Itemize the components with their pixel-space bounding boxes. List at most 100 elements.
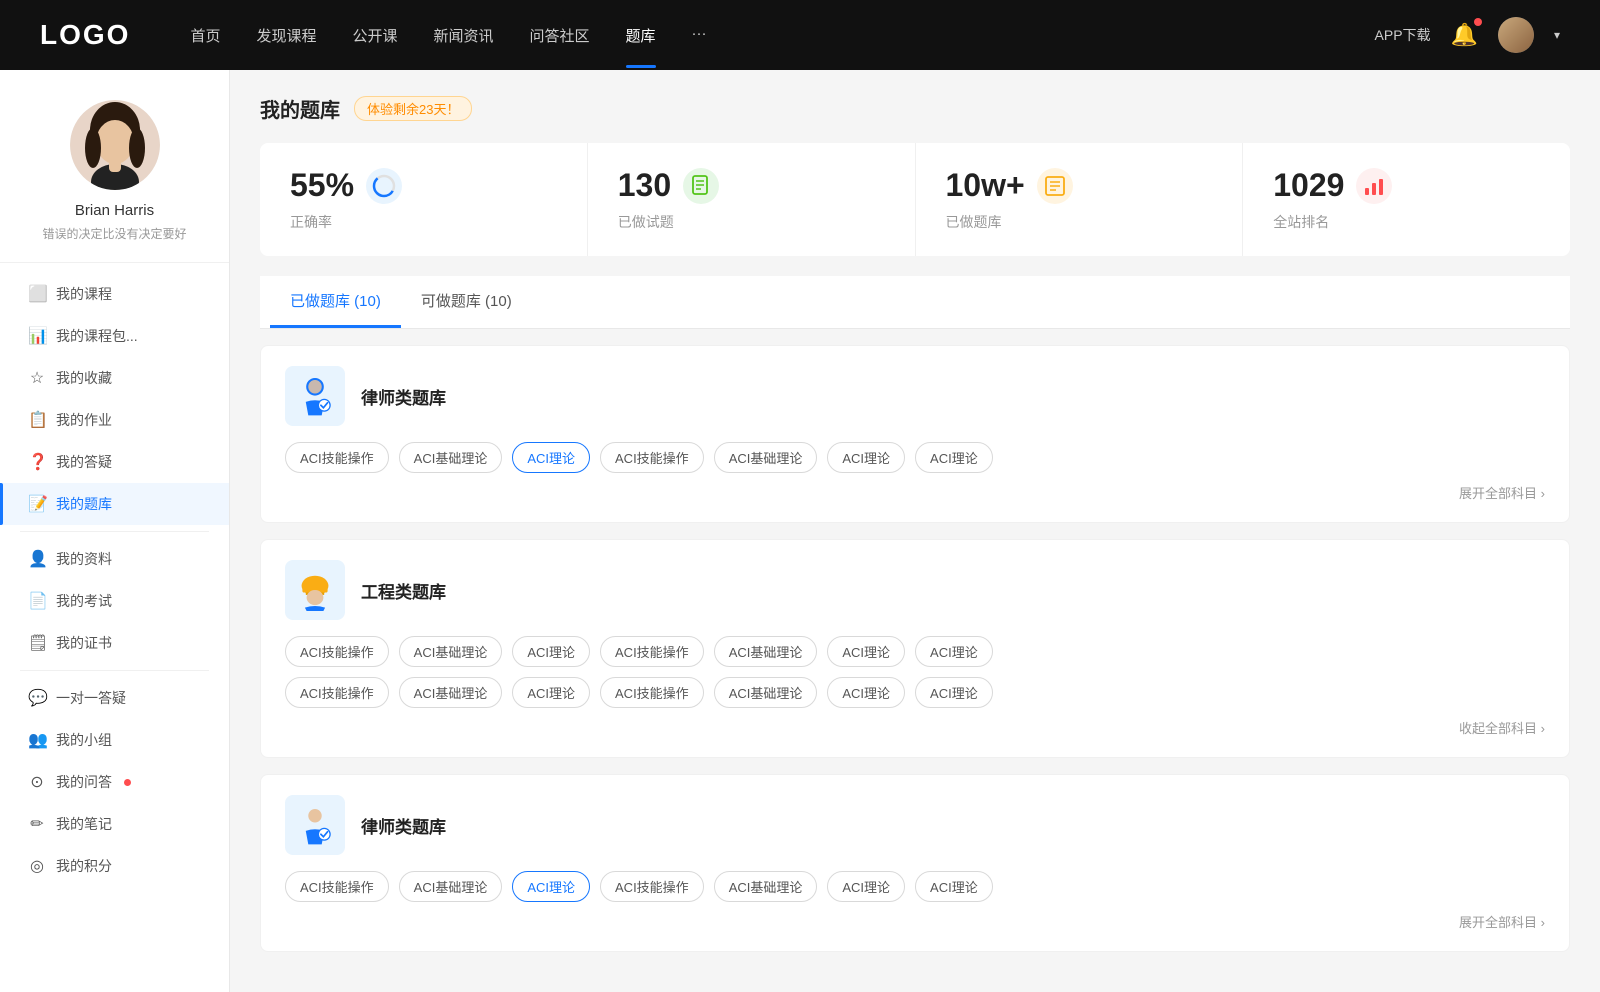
category-card-engineer: 工程类题库 ACI技能操作 ACI基础理论 ACI理论 ACI技能操作 ACI基… xyxy=(260,539,1570,758)
tab-available-bank[interactable]: 可做题库 (10) xyxy=(401,276,532,328)
stat-done-bank: 10w+ 已做题库 xyxy=(916,143,1244,256)
tag-engineer-r2-5[interactable]: ACI理论 xyxy=(827,677,905,708)
sidebar-item-homework[interactable]: 📋 我的作业 xyxy=(0,399,229,441)
sidebar-label-exam: 我的考试 xyxy=(56,591,112,611)
nav-news[interactable]: 新闻资讯 xyxy=(434,25,494,46)
collection-icon: ☆ xyxy=(28,368,46,388)
sidebar-item-qa[interactable]: ❓ 我的答疑 xyxy=(0,441,229,483)
nav-discover[interactable]: 发现课程 xyxy=(256,25,316,46)
category-card-lawyer-2: 律师类题库 ACI技能操作 ACI基础理论 ACI理论 ACI技能操作 ACI基… xyxy=(260,774,1570,952)
category-title-lawyer-2: 律师类题库 xyxy=(361,813,446,838)
nav-home[interactable]: 首页 xyxy=(190,25,220,46)
tag-lawyer1-1[interactable]: ACI基础理论 xyxy=(399,442,503,473)
lawyer-2-icon-wrap xyxy=(285,795,345,855)
logo[interactable]: LOGO xyxy=(40,19,130,51)
profile-avatar[interactable] xyxy=(70,100,160,190)
avatar-chevron-icon[interactable]: ▾ xyxy=(1554,28,1560,42)
tag-engineer-r2-0[interactable]: ACI技能操作 xyxy=(285,677,389,708)
category-title-engineer: 工程类题库 xyxy=(361,578,446,603)
tag-lawyer1-3[interactable]: ACI技能操作 xyxy=(600,442,704,473)
nav-question-bank[interactable]: 题库 xyxy=(626,25,656,46)
stat-accuracy-icon xyxy=(366,168,402,204)
notification-badge xyxy=(1474,18,1482,26)
sidebar-item-question-bank[interactable]: 📝 我的题库 xyxy=(0,483,229,525)
trial-badge: 体验剩余23天！ xyxy=(354,96,472,121)
tags-row-engineer-1: ACI技能操作 ACI基础理论 ACI理论 ACI技能操作 ACI基础理论 AC… xyxy=(285,636,1545,667)
main-content: 我的题库 体验剩余23天！ 55% 正确率 1 xyxy=(230,70,1600,992)
stat-done-bank-label: 已做题库 xyxy=(946,212,1213,232)
tag-engineer-r1-5[interactable]: ACI理论 xyxy=(827,636,905,667)
list-icon xyxy=(1043,174,1067,198)
app-download-link[interactable]: APP下载 xyxy=(1375,25,1431,45)
sidebar-item-profile[interactable]: 👤 我的资料 xyxy=(0,538,229,580)
tag-engineer-r1-2[interactable]: ACI理论 xyxy=(512,636,590,667)
category-card-lawyer-1: 律师类题库 ACI技能操作 ACI基础理论 ACI理论 ACI技能操作 ACI基… xyxy=(260,345,1570,523)
sidebar-item-group[interactable]: 👥 我的小组 xyxy=(0,719,229,761)
sidebar-label-points: 我的积分 xyxy=(56,856,112,876)
sidebar-item-my-qa[interactable]: ⊙ 我的问答 xyxy=(0,761,229,803)
profile-icon: 👤 xyxy=(28,549,46,569)
document-icon xyxy=(689,174,713,198)
stat-done-questions: 130 已做试题 xyxy=(588,143,916,256)
sidebar-label-one-on-one: 一对一答疑 xyxy=(56,688,126,708)
engineer-icon xyxy=(294,569,336,611)
tag-engineer-r2-6[interactable]: ACI理论 xyxy=(915,677,993,708)
sidebar-item-certificate[interactable]: 🗒 我的证书 xyxy=(0,622,229,664)
qa-red-dot xyxy=(124,779,131,786)
tag-lawyer1-4[interactable]: ACI基础理论 xyxy=(714,442,818,473)
main-layout: Brian Harris 错误的决定比没有决定要好 ⬜ 我的课程 📊 我的课程包… xyxy=(0,70,1600,992)
certificate-icon: 🗒 xyxy=(28,633,46,653)
collapse-link-engineer[interactable]: 收起全部科目 › xyxy=(285,718,1545,737)
sidebar-divider-1 xyxy=(20,531,209,532)
page-title: 我的题库 xyxy=(260,94,340,123)
expand-link-lawyer-2[interactable]: 展开全部科目 › xyxy=(285,912,1545,931)
tag-engineer-r1-1[interactable]: ACI基础理论 xyxy=(399,636,503,667)
page-header: 我的题库 体验剩余23天！ xyxy=(260,94,1570,123)
sidebar-item-exam[interactable]: 📄 我的考试 xyxy=(0,580,229,622)
sidebar-item-collection[interactable]: ☆ 我的收藏 xyxy=(0,357,229,399)
tag-lawyer2-6[interactable]: ACI理论 xyxy=(915,871,993,902)
sidebar-item-one-on-one[interactable]: 💬 一对一答疑 xyxy=(0,677,229,719)
tag-engineer-r1-3[interactable]: ACI技能操作 xyxy=(600,636,704,667)
nav-qa[interactable]: 问答社区 xyxy=(530,25,590,46)
sidebar-item-course-package[interactable]: 📊 我的课程包... xyxy=(0,315,229,357)
stat-accuracy-value: 55% xyxy=(290,167,354,204)
tag-engineer-r1-4[interactable]: ACI基础理论 xyxy=(714,636,818,667)
avatar-svg xyxy=(70,100,160,190)
stat-accuracy-top: 55% xyxy=(290,167,557,204)
group-icon: 👥 xyxy=(28,730,46,750)
tag-lawyer2-5[interactable]: ACI理论 xyxy=(827,871,905,902)
nav-more[interactable]: ··· xyxy=(692,25,707,46)
tag-lawyer2-2[interactable]: ACI理论 xyxy=(512,871,590,902)
tag-engineer-r2-2[interactable]: ACI理论 xyxy=(512,677,590,708)
tab-done-bank[interactable]: 已做题库 (10) xyxy=(270,276,401,328)
profile-name: Brian Harris xyxy=(75,202,154,219)
avatar[interactable] xyxy=(1498,17,1534,53)
tag-engineer-r2-4[interactable]: ACI基础理论 xyxy=(714,677,818,708)
sidebar-item-points[interactable]: ◎ 我的积分 xyxy=(0,845,229,887)
sidebar-label-my-qa: 我的问答 xyxy=(56,772,112,792)
tag-engineer-r2-1[interactable]: ACI基础理论 xyxy=(399,677,503,708)
notification-bell[interactable]: 🔔 xyxy=(1451,22,1478,48)
tag-lawyer2-0[interactable]: ACI技能操作 xyxy=(285,871,389,902)
tag-engineer-r1-0[interactable]: ACI技能操作 xyxy=(285,636,389,667)
category-card-lawyer-1-header: 律师类题库 xyxy=(285,366,1545,426)
tag-engineer-r1-6[interactable]: ACI理论 xyxy=(915,636,993,667)
tags-row-lawyer-1: ACI技能操作 ACI基础理论 ACI理论 ACI技能操作 ACI基础理论 AC… xyxy=(285,442,1545,473)
tag-lawyer1-5[interactable]: ACI理论 xyxy=(827,442,905,473)
tag-lawyer2-3[interactable]: ACI技能操作 xyxy=(600,871,704,902)
tag-lawyer1-2[interactable]: ACI理论 xyxy=(512,442,590,473)
sidebar-item-my-course[interactable]: ⬜ 我的课程 xyxy=(0,273,229,315)
stat-done-bank-icon xyxy=(1037,168,1073,204)
tag-lawyer1-0[interactable]: ACI技能操作 xyxy=(285,442,389,473)
lawyer-2-icon xyxy=(294,804,336,846)
sidebar-item-notes[interactable]: ✏ 我的笔记 xyxy=(0,803,229,845)
qa-icon: ❓ xyxy=(28,452,46,472)
tag-engineer-r2-3[interactable]: ACI技能操作 xyxy=(600,677,704,708)
nav-open-course[interactable]: 公开课 xyxy=(352,25,397,46)
topnav-right: APP下载 🔔 ▾ xyxy=(1375,17,1560,53)
expand-link-lawyer-1[interactable]: 展开全部科目 › xyxy=(285,483,1545,502)
tag-lawyer2-1[interactable]: ACI基础理论 xyxy=(399,871,503,902)
tag-lawyer2-4[interactable]: ACI基础理论 xyxy=(714,871,818,902)
tag-lawyer1-6[interactable]: ACI理论 xyxy=(915,442,993,473)
